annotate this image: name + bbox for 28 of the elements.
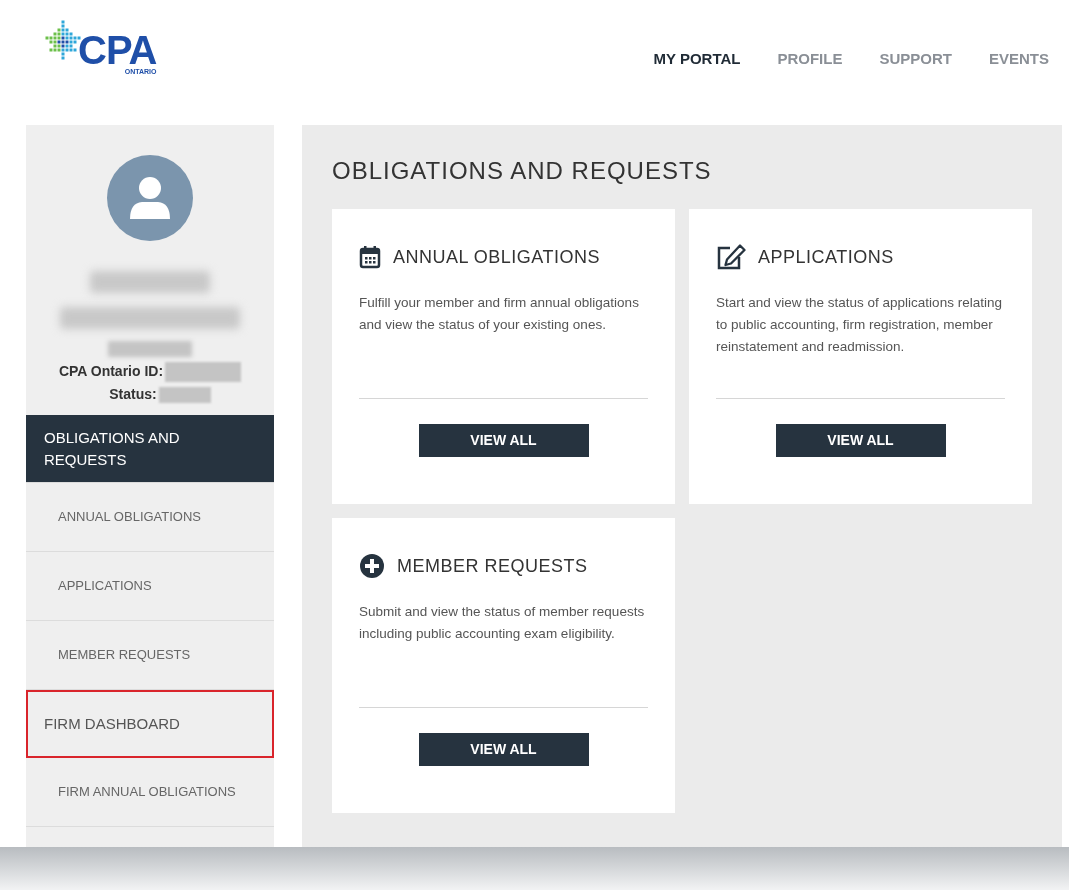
nav-link[interactable]: PROFILE: [777, 48, 843, 71]
card-description: Fulfill your member and firm annual obligations and view the status of your existing ones.: [359, 294, 640, 334]
page-title: OBLIGATIONS AND REQUESTS: [332, 156, 713, 186]
plus-circle-icon: [359, 553, 385, 579]
calendar-icon: [359, 245, 381, 269]
sidebar-item[interactable]: MEMBER REQUESTS: [26, 621, 274, 690]
view-all-button[interactable]: VIEW ALL: [418, 424, 589, 457]
card-description: Submit and view the status of member requests including public accounting exam eligibility.: [359, 603, 646, 643]
redacted-text: [158, 386, 211, 403]
card-title: APPLICATIONS: [758, 245, 894, 269]
sidebar-item[interactable]: OBLIGATIONS AND REQUESTS: [26, 415, 274, 483]
card-title: MEMBER REQUESTS: [397, 554, 588, 578]
card-title: ANNUAL OBLIGATIONS: [393, 245, 601, 269]
nav-link[interactable]: SUPPORT: [879, 48, 952, 71]
nav-link[interactable]: MY PORTAL: [653, 48, 741, 71]
card-description: Start and view the status of applications relating to public accounting, firm registration, member reinstatement and readmission.: [716, 294, 1003, 356]
sidebar-item[interactable]: FIRM ANNUAL OBLIGATIONS: [26, 758, 274, 827]
nav-link[interactable]: EVENTS: [989, 48, 1049, 71]
user-icon: [128, 175, 172, 221]
status-label: Status:: [109, 385, 157, 404]
sidebar-item[interactable]: ANNUAL OBLIGATIONS: [26, 483, 274, 552]
logo-wordmark: CPA: [78, 32, 157, 68]
id-label: CPA Ontario ID:: [58, 362, 164, 381]
edit-icon: [716, 244, 746, 270]
sidebar-item[interactable]: APPLICATIONS: [26, 552, 274, 621]
view-all-button[interactable]: VIEW ALL: [418, 733, 589, 766]
sidebar-item[interactable]: FIRM DASHBOARD: [26, 690, 274, 758]
view-all-button[interactable]: VIEW ALL: [775, 424, 946, 457]
